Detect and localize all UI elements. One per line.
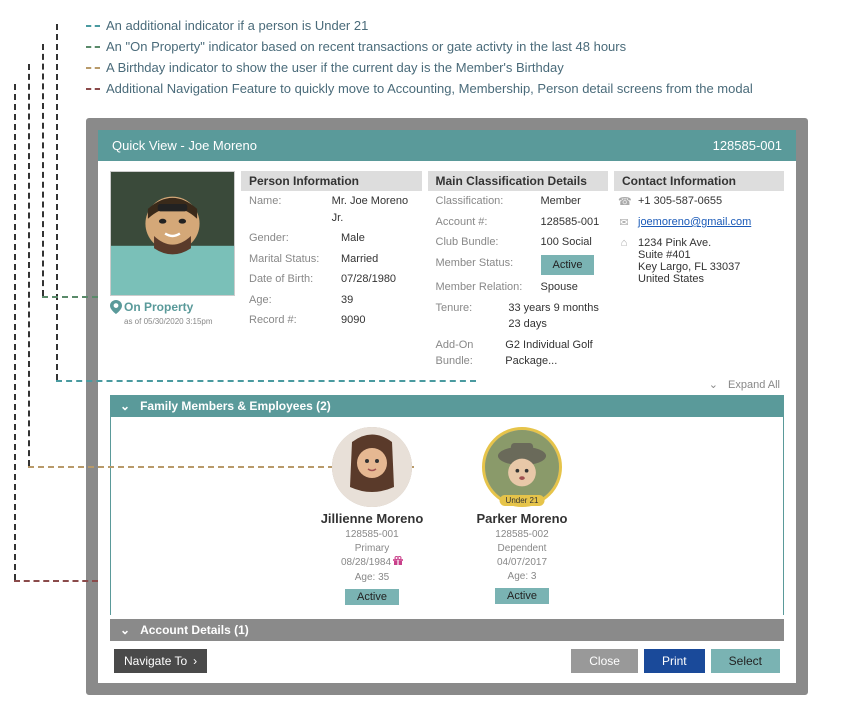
gender-label: Gender:	[249, 230, 341, 247]
name-value: Mr. Joe Moreno Jr.	[332, 193, 414, 226]
contact-header: Contact Information	[614, 171, 784, 191]
annotations-list: An additional indicator if a person is U…	[0, 0, 844, 110]
addon-label: Add-On Bundle:	[436, 337, 506, 370]
class-label: Classification:	[436, 193, 541, 210]
chevron-down-icon: ⌄	[709, 379, 718, 391]
addon-value: G2 Individual Golf Package...	[505, 337, 600, 370]
avatar	[332, 427, 412, 507]
chevron-down-icon: ⌄	[120, 399, 130, 413]
status-badge: Active	[345, 589, 399, 605]
tenure-label: Tenure:	[436, 300, 509, 333]
family-age: Age: 35	[312, 571, 432, 585]
expand-all-toggle[interactable]: ⌄Expand All	[110, 378, 780, 391]
phone-icon: ☎	[618, 195, 630, 208]
avatar: Under 21	[482, 427, 562, 507]
annotation-onproperty: An "On Property" indicator based on rece…	[86, 39, 844, 54]
annotation-under21: An additional indicator if a person is U…	[86, 18, 844, 33]
account-details-bar[interactable]: ⌄ Account Details (1)	[110, 619, 784, 641]
family-name: Jillienne Moreno	[312, 511, 432, 526]
marital-label: Marital Status:	[249, 251, 341, 268]
person-info-section: Person Information Name:Mr. Joe Moreno J…	[241, 171, 422, 372]
select-button[interactable]: Select	[711, 649, 780, 673]
photo-column: On Property as of 05/30/2020 3:15pm	[110, 171, 235, 372]
gender-value: Male	[341, 230, 365, 247]
acct-value: 128585-001	[541, 214, 600, 231]
classification-section: Main Classification Details Classificati…	[428, 171, 609, 372]
age-label: Age:	[249, 292, 341, 309]
navigate-to-button[interactable]: Navigate To ›	[114, 649, 207, 673]
modal-header: Quick View - Joe Moreno 128585-001	[98, 130, 796, 161]
location-pin-icon	[110, 300, 122, 317]
contact-email-link[interactable]: joemoreno@gmail.com	[638, 216, 751, 228]
email-icon: ✉	[618, 216, 630, 229]
contact-section: Contact Information ☎ +1 305-587-0655 ✉ …	[614, 171, 784, 372]
modal-footer: Navigate To › Close Print Select	[110, 641, 784, 677]
family-dob: 04/07/2017	[462, 556, 582, 570]
home-icon: ⌂	[618, 237, 630, 249]
dob-label: Date of Birth:	[249, 271, 341, 288]
modal-title: Quick View - Joe Moreno	[112, 138, 257, 153]
bundle-value: 100 Social	[541, 234, 592, 251]
family-role: Dependent	[462, 542, 582, 556]
family-members-bar[interactable]: ⌄ Family Members & Employees (2)	[110, 395, 784, 417]
person-info-header: Person Information	[241, 171, 422, 191]
avatar-placeholder-icon	[111, 172, 234, 295]
dob-value: 07/28/1980	[341, 271, 396, 288]
family-dob: 08/28/1984	[341, 556, 391, 570]
member-photo	[110, 171, 235, 296]
record-value: 9090	[341, 312, 365, 329]
on-property-timestamp: as of 05/30/2020 3:15pm	[124, 317, 235, 326]
family-name: Parker Moreno	[462, 511, 582, 526]
family-card[interactable]: Jillienne Moreno 128585-001 Primary 08/2…	[312, 427, 432, 605]
family-bar-label: Family Members & Employees (2)	[140, 399, 331, 413]
bundle-label: Club Bundle:	[436, 234, 541, 251]
contact-address: 1234 Pink Ave. Suite #401 Key Largo, FL …	[638, 237, 740, 285]
annotation-birthday: A Birthday indicator to show the user if…	[86, 60, 844, 75]
classification-header: Main Classification Details	[428, 171, 609, 191]
print-button[interactable]: Print	[644, 649, 705, 673]
family-age: Age: 3	[462, 570, 582, 584]
status-badge: Active	[495, 588, 549, 604]
relation-label: Member Relation:	[436, 279, 541, 296]
family-panel: Jillienne Moreno 128585-001 Primary 08/2…	[110, 417, 784, 615]
family-role: Primary	[312, 542, 432, 556]
family-account: 128585-001	[312, 528, 432, 542]
class-value: Member	[541, 193, 581, 210]
age-value: 39	[341, 292, 353, 309]
name-label: Name:	[249, 193, 332, 226]
marital-value: Married	[341, 251, 378, 268]
contact-phone: +1 305-587-0655	[638, 195, 722, 207]
quick-view-modal: Quick View - Joe Moreno 128585-001	[86, 118, 808, 695]
annotation-nav: Additional Navigation Feature to quickly…	[86, 81, 844, 96]
modal-account-number: 128585-001	[713, 138, 782, 153]
chevron-down-icon: ⌄	[120, 623, 130, 637]
tenure-value: 33 years 9 months 23 days	[508, 300, 600, 333]
status-label: Member Status:	[436, 255, 541, 276]
chevron-right-icon: ›	[193, 654, 197, 668]
account-bar-label: Account Details (1)	[140, 623, 249, 637]
on-property-label: On Property	[124, 300, 193, 314]
family-card[interactable]: Under 21 Parker Moreno 128585-002 Depend…	[462, 427, 582, 605]
status-badge: Active	[541, 255, 595, 276]
record-label: Record #:	[249, 312, 341, 329]
family-account: 128585-002	[462, 528, 582, 542]
acct-label: Account #:	[436, 214, 541, 231]
on-property-indicator: On Property	[110, 300, 235, 317]
close-button[interactable]: Close	[571, 649, 638, 673]
birthday-gift-icon	[393, 556, 403, 571]
under-21-badge: Under 21	[500, 495, 545, 506]
relation-value: Spouse	[541, 279, 578, 296]
